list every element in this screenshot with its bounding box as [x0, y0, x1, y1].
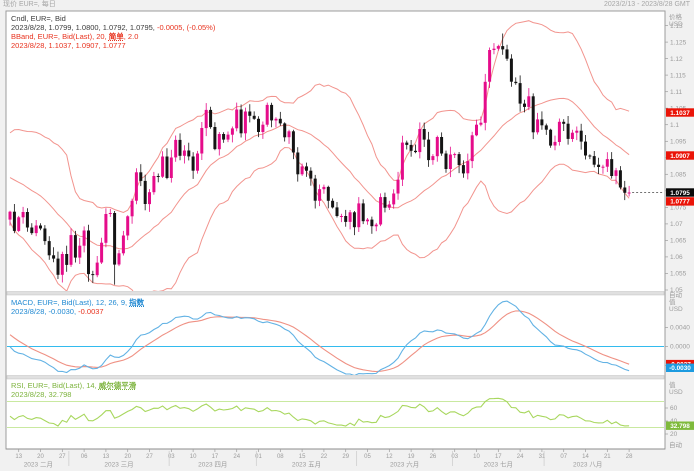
- svg-text:26: 26: [430, 454, 437, 460]
- svg-text:自动: 自动: [669, 440, 683, 449]
- svg-text:12: 12: [386, 454, 393, 460]
- svg-text:1.07: 1.07: [670, 221, 683, 228]
- svg-text:1.0795: 1.0795: [670, 190, 690, 197]
- svg-text:自动: 自动: [669, 290, 683, 299]
- panel-divider[interactable]: [7, 292, 664, 296]
- svg-text:13: 13: [103, 454, 110, 460]
- svg-text:15: 15: [299, 454, 306, 460]
- svg-text:20: 20: [124, 454, 131, 460]
- svg-text:1.1: 1.1: [670, 122, 679, 129]
- svg-text:价格: 价格: [669, 12, 683, 21]
- svg-text:28: 28: [626, 454, 633, 460]
- svg-text:1.0907: 1.0907: [670, 153, 690, 160]
- svg-text:10: 10: [473, 454, 480, 460]
- svg-text:27: 27: [59, 454, 66, 460]
- svg-text:1.085: 1.085: [670, 172, 687, 179]
- chart-canvas[interactable]: 价格USD1.051.0551.061.0651.071.0751.081.08…: [0, 0, 694, 471]
- svg-text:1.065: 1.065: [670, 238, 687, 245]
- svg-text:06: 06: [81, 454, 88, 460]
- svg-text:1.0777: 1.0777: [670, 199, 690, 206]
- svg-text:19: 19: [408, 454, 415, 460]
- svg-text:31: 31: [539, 454, 546, 460]
- svg-text:24: 24: [233, 454, 240, 460]
- svg-text:2023 四月: 2023 四月: [198, 461, 227, 469]
- svg-text:2023 七月: 2023 七月: [484, 460, 513, 469]
- panel-divider[interactable]: [7, 376, 664, 380]
- svg-text:0.0040: 0.0040: [670, 325, 690, 332]
- svg-text:1.11: 1.11: [670, 89, 683, 96]
- svg-text:-0.0030: -0.0030: [669, 365, 691, 372]
- macd-axis[interactable]: 值USD0.00400.0000-0.0040-0.0037-0.0030: [665, 297, 694, 372]
- price-axis[interactable]: 价格USD1.051.0551.061.0651.071.0751.081.08…: [665, 12, 694, 299]
- svg-text:08: 08: [277, 454, 284, 460]
- svg-text:2023 八月: 2023 八月: [573, 461, 602, 469]
- bband-ma-type-link[interactable]: 简单: [109, 32, 124, 41]
- svg-text:17: 17: [212, 454, 219, 460]
- svg-text:60: 60: [670, 405, 678, 412]
- svg-text:07: 07: [560, 454, 567, 460]
- svg-text:1.055: 1.055: [670, 271, 687, 278]
- svg-text:21: 21: [604, 454, 611, 460]
- svg-text:2023 六月: 2023 六月: [390, 460, 419, 469]
- svg-text:2023 三月: 2023 三月: [104, 461, 133, 469]
- svg-text:1.12: 1.12: [670, 56, 683, 63]
- svg-text:29: 29: [342, 454, 349, 460]
- svg-text:05: 05: [364, 454, 371, 460]
- svg-text:1.115: 1.115: [670, 72, 686, 79]
- svg-text:1.06: 1.06: [670, 254, 683, 261]
- svg-text:USD: USD: [669, 389, 683, 396]
- svg-text:USD: USD: [669, 306, 683, 313]
- time-axis[interactable]: 1320270613202703101724010815222905121926…: [6, 449, 665, 469]
- svg-text:24: 24: [517, 454, 524, 460]
- svg-text:2023 五月: 2023 五月: [292, 461, 321, 469]
- chart-window: 现价 EUR=, 每日 2023/2/13 - 2023/8/28 GMT 价格…: [0, 0, 694, 471]
- rsi-smoothing-link[interactable]: 威尔德平滑: [99, 381, 137, 390]
- svg-text:14: 14: [582, 454, 589, 460]
- svg-text:1.125: 1.125: [670, 39, 687, 46]
- svg-text:1.095: 1.095: [670, 138, 687, 145]
- svg-text:13: 13: [15, 454, 22, 460]
- svg-text:20: 20: [37, 454, 44, 460]
- svg-text:10: 10: [190, 454, 197, 460]
- svg-text:32.798: 32.798: [670, 423, 690, 430]
- svg-text:1.13: 1.13: [670, 23, 683, 30]
- macd-type-link[interactable]: 指数: [129, 298, 144, 307]
- svg-text:22: 22: [321, 454, 328, 460]
- svg-text:2023 二月: 2023 二月: [24, 461, 53, 469]
- svg-text:27: 27: [146, 454, 153, 460]
- svg-text:17: 17: [495, 454, 502, 460]
- svg-text:20: 20: [670, 431, 678, 438]
- svg-text:值: 值: [669, 380, 676, 389]
- rsi-axis[interactable]: 值USD604020自动32.798: [665, 380, 694, 449]
- svg-text:1.1037: 1.1037: [670, 110, 690, 117]
- svg-text:值: 值: [669, 297, 676, 306]
- svg-text:0.0000: 0.0000: [670, 344, 690, 351]
